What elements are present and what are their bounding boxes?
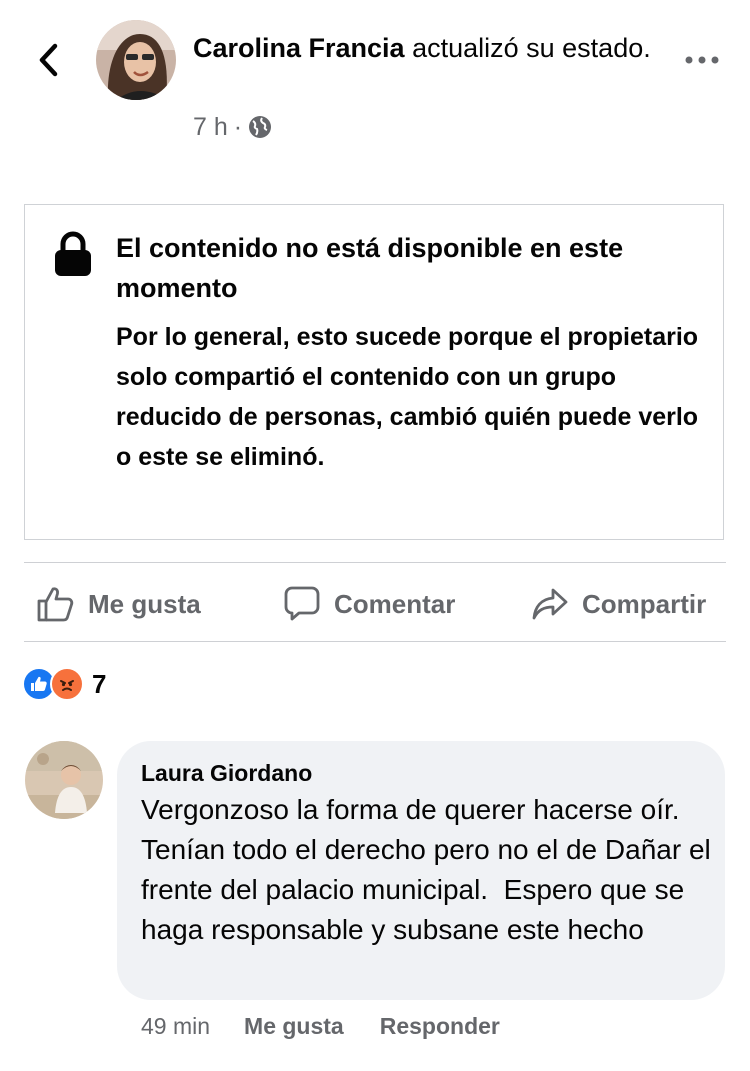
post-action-text: actualizó su estado. — [404, 33, 651, 63]
share-arrow-icon — [532, 588, 568, 620]
post-time[interactable]: 7 h — [193, 113, 228, 142]
comment-author[interactable]: Laura Giordano — [141, 757, 312, 789]
like-label: Me gusta — [88, 588, 201, 619]
back-button[interactable] — [28, 38, 68, 82]
action-bar-bottom-divider — [24, 641, 726, 642]
comment-like-button[interactable]: Me gusta — [244, 1013, 344, 1040]
comment-text: Vergonzoso la forma de querer hacerse oí… — [141, 794, 719, 945]
meta-separator: · — [233, 112, 243, 141]
share-label: Compartir — [582, 588, 707, 619]
comment-meta: 49 min Me gusta Responder — [141, 1008, 536, 1044]
post-meta: 7 h · — [193, 110, 272, 144]
author-avatar[interactable] — [96, 20, 176, 100]
post-header-text: Carolina Francia actualizó su estado. — [193, 28, 663, 68]
thumbs-up-icon — [37, 587, 74, 622]
unavailable-description: Por lo general, esto sucede porque el pr… — [116, 323, 699, 471]
share-button[interactable]: Compartir — [532, 578, 706, 630]
comment-reply-button[interactable]: Responder — [380, 1013, 500, 1040]
like-button[interactable]: Me gusta — [36, 578, 201, 630]
comment-button[interactable]: Comentar — [284, 578, 455, 630]
author-name[interactable]: Carolina Francia — [193, 33, 405, 63]
lock-icon — [53, 231, 93, 277]
comment-time: 49 min — [141, 1012, 211, 1039]
commenter-avatar[interactable] — [25, 741, 103, 819]
action-bar-top-divider — [24, 562, 726, 563]
unavailable-title: El contenido no está disponible en este … — [116, 233, 624, 303]
reactions-summary[interactable]: 7 — [22, 664, 106, 704]
reaction-count: 7 — [92, 668, 107, 699]
globe-icon — [249, 116, 272, 138]
avatar-photo — [96, 20, 176, 100]
commenter-avatar-photo — [25, 741, 103, 819]
more-dots-icon — [685, 56, 719, 64]
comment-label: Comentar — [334, 588, 456, 619]
comment-bubble-icon — [284, 586, 320, 621]
chevron-left-icon — [39, 43, 58, 77]
more-options-button[interactable] — [680, 44, 724, 76]
angry-reaction-icon — [50, 667, 84, 701]
